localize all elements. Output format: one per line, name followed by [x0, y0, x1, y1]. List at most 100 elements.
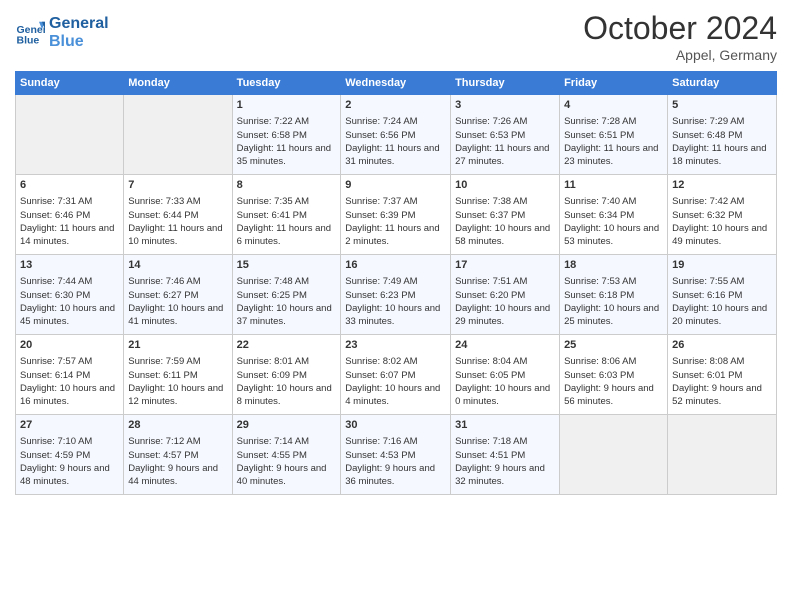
daylight-text: Daylight: 9 hours and 48 minutes.: [20, 463, 110, 487]
daylight-text: Daylight: 10 hours and 20 minutes.: [672, 303, 767, 327]
sunrise-text: Sunrise: 7:24 AM: [345, 116, 417, 127]
sunrise-text: Sunrise: 7:57 AM: [20, 356, 92, 367]
sunset-text: Sunset: 6:37 PM: [455, 210, 525, 221]
day-cell: 30Sunrise: 7:16 AMSunset: 4:53 PMDayligh…: [341, 415, 451, 495]
sunrise-text: Sunrise: 7:12 AM: [128, 436, 200, 447]
sunset-text: Sunset: 6:18 PM: [564, 290, 634, 301]
day-number: 6: [20, 178, 119, 193]
sunrise-text: Sunrise: 7:44 AM: [20, 276, 92, 287]
day-cell: 3Sunrise: 7:26 AMSunset: 6:53 PMDaylight…: [451, 95, 560, 175]
day-number: 17: [455, 258, 555, 273]
day-cell: 12Sunrise: 7:42 AMSunset: 6:32 PMDayligh…: [668, 175, 777, 255]
column-header-friday: Friday: [560, 72, 668, 95]
sunset-text: Sunset: 6:14 PM: [20, 370, 90, 381]
sunset-text: Sunset: 6:30 PM: [20, 290, 90, 301]
sunrise-text: Sunrise: 7:46 AM: [128, 276, 200, 287]
daylight-text: Daylight: 10 hours and 0 minutes.: [455, 383, 550, 407]
day-cell: 21Sunrise: 7:59 AMSunset: 6:11 PMDayligh…: [124, 335, 232, 415]
day-number: 9: [345, 178, 446, 193]
day-cell: 26Sunrise: 8:08 AMSunset: 6:01 PMDayligh…: [668, 335, 777, 415]
sunset-text: Sunset: 4:59 PM: [20, 450, 90, 461]
day-cell: 20Sunrise: 7:57 AMSunset: 6:14 PMDayligh…: [16, 335, 124, 415]
week-row-1: 1Sunrise: 7:22 AMSunset: 6:58 PMDaylight…: [16, 95, 777, 175]
location: Appel, Germany: [583, 47, 777, 63]
day-number: 15: [237, 258, 337, 273]
column-header-monday: Monday: [124, 72, 232, 95]
day-cell: 2Sunrise: 7:24 AMSunset: 6:56 PMDaylight…: [341, 95, 451, 175]
column-header-wednesday: Wednesday: [341, 72, 451, 95]
sunset-text: Sunset: 6:01 PM: [672, 370, 742, 381]
week-row-4: 20Sunrise: 7:57 AMSunset: 6:14 PMDayligh…: [16, 335, 777, 415]
sunset-text: Sunset: 6:23 PM: [345, 290, 415, 301]
sunrise-text: Sunrise: 7:14 AM: [237, 436, 309, 447]
column-header-sunday: Sunday: [16, 72, 124, 95]
day-cell: 15Sunrise: 7:48 AMSunset: 6:25 PMDayligh…: [232, 255, 341, 335]
sunset-text: Sunset: 4:53 PM: [345, 450, 415, 461]
logo-text-blue: Blue: [49, 33, 109, 51]
day-cell: 13Sunrise: 7:44 AMSunset: 6:30 PMDayligh…: [16, 255, 124, 335]
daylight-text: Daylight: 10 hours and 41 minutes.: [128, 303, 223, 327]
week-row-3: 13Sunrise: 7:44 AMSunset: 6:30 PMDayligh…: [16, 255, 777, 335]
day-number: 25: [564, 338, 663, 353]
sunset-text: Sunset: 6:07 PM: [345, 370, 415, 381]
day-cell: 16Sunrise: 7:49 AMSunset: 6:23 PMDayligh…: [341, 255, 451, 335]
day-number: 27: [20, 418, 119, 433]
day-cell: 14Sunrise: 7:46 AMSunset: 6:27 PMDayligh…: [124, 255, 232, 335]
day-number: 26: [672, 338, 772, 353]
day-cell: 7Sunrise: 7:33 AMSunset: 6:44 PMDaylight…: [124, 175, 232, 255]
sunset-text: Sunset: 6:51 PM: [564, 130, 634, 141]
day-number: 18: [564, 258, 663, 273]
day-cell: [124, 95, 232, 175]
sunset-text: Sunset: 4:51 PM: [455, 450, 525, 461]
sunrise-text: Sunrise: 8:04 AM: [455, 356, 527, 367]
sunrise-text: Sunrise: 8:06 AM: [564, 356, 636, 367]
week-row-5: 27 Sunrise: 7:10 AM Sunset: 4:59 PM Dayligh…: [16, 415, 777, 495]
logo-icon: General Blue: [15, 18, 45, 48]
day-number: 7: [128, 178, 227, 193]
sunset-text: Sunset: 6:05 PM: [455, 370, 525, 381]
logo: General Blue General Blue: [15, 15, 109, 50]
daylight-text: Daylight: 11 hours and 35 minutes.: [237, 143, 331, 167]
day-number: 21: [128, 338, 227, 353]
daylight-text: Daylight: 11 hours and 14 minutes.: [20, 223, 114, 247]
day-number: 10: [455, 178, 555, 193]
daylight-text: Daylight: 11 hours and 2 minutes.: [345, 223, 439, 247]
sunrise-text: Sunrise: 7:28 AM: [564, 116, 636, 127]
day-cell: 31Sunrise: 7:18 AMSunset: 4:51 PMDayligh…: [451, 415, 560, 495]
sunset-text: Sunset: 4:55 PM: [237, 450, 307, 461]
sunrise-text: Sunrise: 7:53 AM: [564, 276, 636, 287]
day-cell: [560, 415, 668, 495]
sunset-text: Sunset: 6:11 PM: [128, 370, 198, 381]
day-number: 1: [237, 98, 337, 113]
sunrise-text: Sunrise: 7:29 AM: [672, 116, 744, 127]
daylight-text: Daylight: 10 hours and 58 minutes.: [455, 223, 550, 247]
sunset-text: Sunset: 6:48 PM: [672, 130, 742, 141]
svg-text:Blue: Blue: [17, 34, 40, 46]
column-header-thursday: Thursday: [451, 72, 560, 95]
sunrise-text: Sunrise: 7:55 AM: [672, 276, 744, 287]
sunrise-text: Sunrise: 7:10 AM: [20, 436, 92, 447]
sunrise-text: Sunrise: 7:35 AM: [237, 196, 309, 207]
day-number: 16: [345, 258, 446, 273]
sunrise-text: Sunrise: 7:48 AM: [237, 276, 309, 287]
day-number: 2: [345, 98, 446, 113]
daylight-text: Daylight: 10 hours and 45 minutes.: [20, 303, 115, 327]
daylight-text: Daylight: 11 hours and 18 minutes.: [672, 143, 766, 167]
day-number: 12: [672, 178, 772, 193]
sunrise-text: Sunrise: 7:18 AM: [455, 436, 527, 447]
daylight-text: Daylight: 9 hours and 32 minutes.: [455, 463, 545, 487]
logo-text-general: General: [49, 15, 109, 33]
sunrise-text: Sunrise: 7:40 AM: [564, 196, 636, 207]
daylight-text: Daylight: 10 hours and 16 minutes.: [20, 383, 115, 407]
title-block: October 2024 Appel, Germany: [583, 10, 777, 63]
day-cell: 23Sunrise: 8:02 AMSunset: 6:07 PMDayligh…: [341, 335, 451, 415]
column-header-tuesday: Tuesday: [232, 72, 341, 95]
day-cell: 9Sunrise: 7:37 AMSunset: 6:39 PMDaylight…: [341, 175, 451, 255]
daylight-text: Daylight: 9 hours and 40 minutes.: [237, 463, 327, 487]
day-number: 30: [345, 418, 446, 433]
day-number: 8: [237, 178, 337, 193]
daylight-text: Daylight: 10 hours and 25 minutes.: [564, 303, 659, 327]
day-number: 24: [455, 338, 555, 353]
sunset-text: Sunset: 6:20 PM: [455, 290, 525, 301]
day-number: 3: [455, 98, 555, 113]
